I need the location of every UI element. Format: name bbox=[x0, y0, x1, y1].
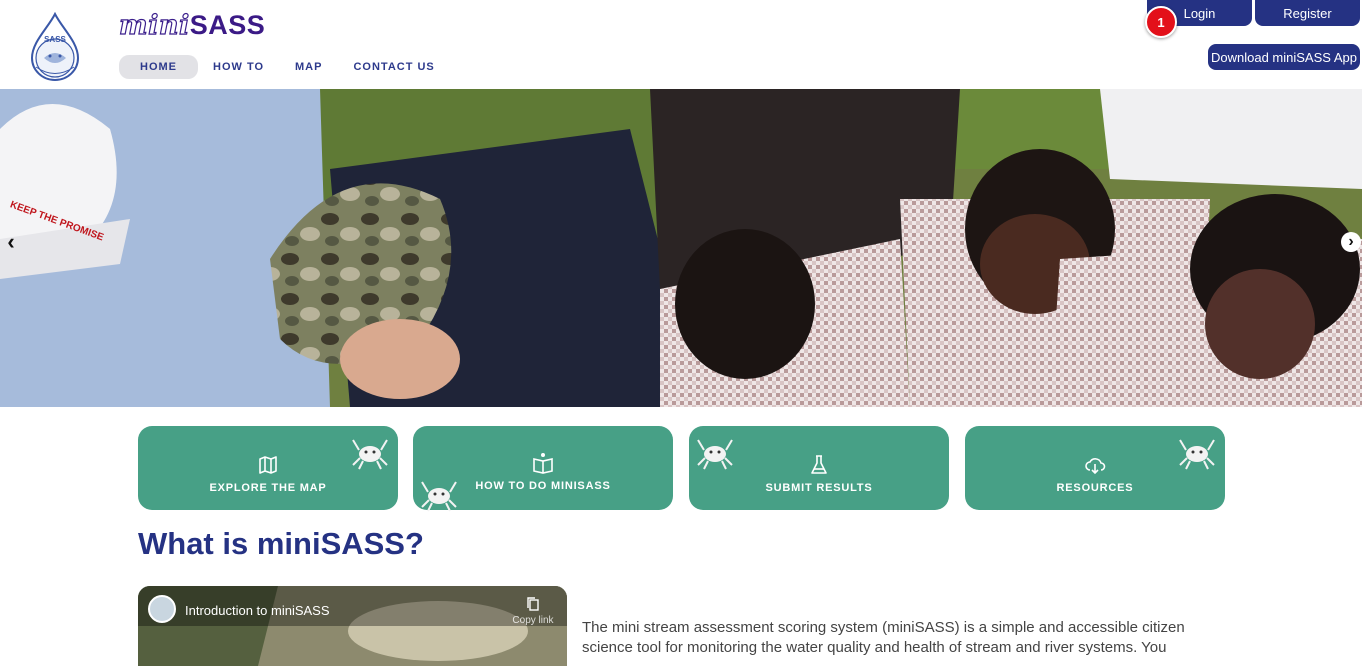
hero-carousel: KEEP THE PROMISE bbox=[0, 89, 1362, 407]
brand-sass: SASS bbox=[189, 10, 266, 40]
nav-contact-us[interactable]: CONTACT US bbox=[338, 55, 449, 79]
svg-text:SASS: SASS bbox=[44, 35, 66, 44]
hero-photo: KEEP THE PROMISE bbox=[0, 89, 1362, 407]
copy-icon bbox=[527, 597, 539, 611]
nav-map[interactable]: MAP bbox=[280, 55, 337, 79]
card-label: SUBMIT RESULTS bbox=[765, 482, 873, 494]
map-icon bbox=[259, 456, 277, 474]
brand-mini: mini bbox=[118, 9, 190, 41]
crab-icon bbox=[421, 481, 457, 512]
carousel-prev-arrow[interactable]: ‹ bbox=[2, 229, 20, 254]
copy-link-button[interactable]: Copy link bbox=[508, 596, 558, 626]
nav-how-to[interactable]: HOW TO bbox=[198, 55, 279, 79]
section-title: What is miniSASS? bbox=[138, 526, 424, 561]
crab-icon bbox=[697, 439, 733, 470]
channel-avatar[interactable] bbox=[148, 595, 176, 623]
carousel-next-arrow[interactable]: › bbox=[1341, 232, 1361, 252]
copy-link-label: Copy link bbox=[512, 615, 554, 626]
download-app-button[interactable]: Download miniSASS App bbox=[1208, 44, 1360, 70]
flask-icon bbox=[811, 455, 827, 474]
book-icon bbox=[533, 453, 553, 474]
main-nav: HOME HOW TO MAP CONTACT US bbox=[119, 55, 451, 79]
crab-icon bbox=[1179, 439, 1215, 470]
site-header: SASS miniSASS HOME HOW TO MAP CONTACT US… bbox=[0, 0, 1365, 89]
card-label: EXPLORE THE MAP bbox=[209, 482, 327, 494]
video-title[interactable]: Introduction to miniSASS bbox=[185, 603, 330, 618]
crab-icon bbox=[352, 439, 388, 470]
video-thumbnail bbox=[138, 586, 567, 666]
nav-home[interactable]: HOME bbox=[119, 55, 198, 79]
notification-badge: 1 bbox=[1145, 6, 1177, 38]
card-how-to[interactable]: HOW TO DO MINISASS bbox=[413, 426, 673, 512]
intro-paragraph: The mini stream assessment scoring syste… bbox=[582, 619, 1185, 656]
card-submit-results[interactable]: SUBMIT RESULTS bbox=[689, 426, 949, 510]
card-resources[interactable]: RESOURCES bbox=[965, 426, 1225, 510]
minisass-logo[interactable]: SASS bbox=[26, 11, 84, 82]
card-label: RESOURCES bbox=[1056, 482, 1134, 494]
quick-links: EXPLORE THE MAP HOW TO DO MINISASS SUBMI… bbox=[138, 426, 1225, 512]
card-explore-map[interactable]: EXPLORE THE MAP bbox=[138, 426, 398, 510]
brand-title[interactable]: miniSASS bbox=[118, 9, 266, 41]
intro-video-player[interactable]: Introduction to miniSASS Copy link bbox=[138, 586, 567, 666]
cloud-download-icon bbox=[1085, 458, 1106, 475]
register-button[interactable]: Register bbox=[1255, 0, 1360, 26]
